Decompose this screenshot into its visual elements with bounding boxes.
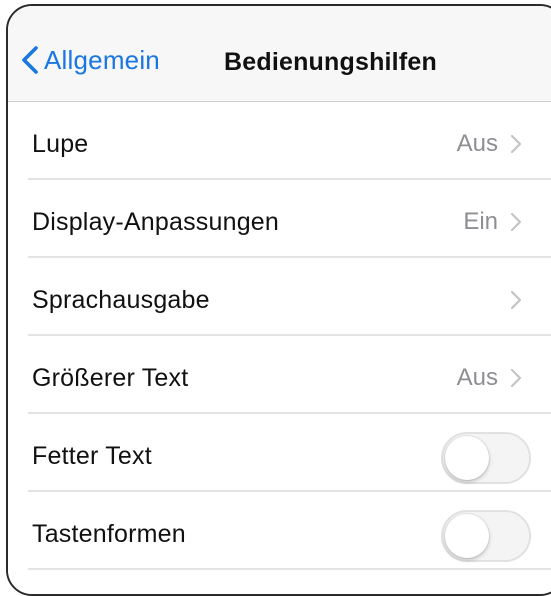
- row-label: Sprachausgabe: [32, 286, 210, 314]
- row-value: Aus: [456, 364, 498, 391]
- settings-row-groesserer-text[interactable]: Größerer Text Aus: [8, 336, 551, 414]
- chevron-left-icon: [22, 46, 38, 74]
- row-label: Display-Anpassungen: [32, 208, 280, 236]
- back-button-label: Allgemein: [44, 44, 160, 75]
- settings-row-fetter-text: Fetter Text: [8, 414, 551, 492]
- chevron-right-icon: [510, 290, 522, 310]
- device-screen: Allgemein Bedienungshilfen Lupe Aus Disp…: [6, 4, 551, 596]
- toggle-knob: [445, 514, 489, 558]
- page-title: Bedienungshilfen: [224, 48, 437, 76]
- chevron-right-icon: [510, 212, 522, 232]
- settings-row-display-anpassungen[interactable]: Display-Anpassungen Ein: [8, 180, 551, 258]
- fetter-text-toggle[interactable]: [441, 432, 531, 484]
- settings-row-tastenformen: Tastenformen: [8, 492, 551, 570]
- row-label: Tastenformen: [32, 520, 186, 548]
- chevron-right-icon: [510, 368, 522, 388]
- row-label: Größerer Text: [32, 364, 189, 392]
- settings-row-sprachausgabe[interactable]: Sprachausgabe: [8, 258, 551, 336]
- chevron-right-icon: [510, 134, 522, 154]
- settings-list: Lupe Aus Display-Anpassungen Ein Spracha…: [8, 102, 551, 594]
- row-label: Lupe: [32, 130, 89, 158]
- tastenformen-toggle[interactable]: [441, 510, 531, 562]
- navigation-bar: Allgemein Bedienungshilfen: [8, 6, 551, 102]
- back-button[interactable]: Allgemein: [20, 40, 160, 80]
- row-value: Aus: [456, 130, 498, 157]
- settings-row-lupe[interactable]: Lupe Aus: [8, 102, 551, 180]
- row-value: Ein: [463, 208, 498, 235]
- toggle-knob: [445, 436, 489, 480]
- row-label: Fetter Text: [32, 442, 152, 470]
- settings-row-partial: [8, 570, 551, 594]
